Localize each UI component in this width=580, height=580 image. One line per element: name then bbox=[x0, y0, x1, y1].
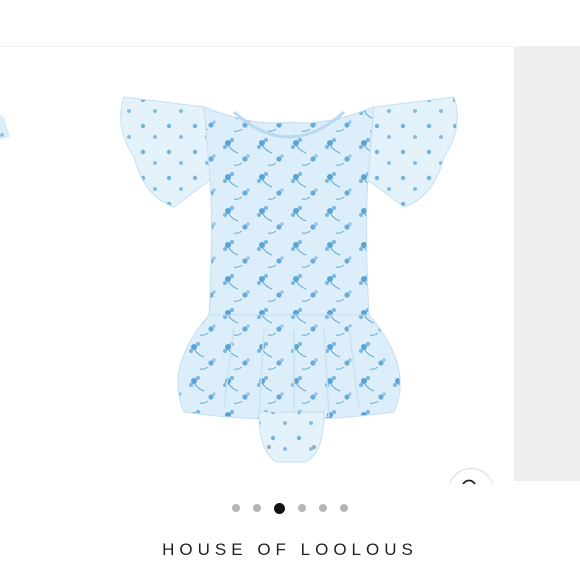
carousel-dot[interactable] bbox=[232, 504, 240, 512]
brand-name[interactable]: HOUSE OF LOOLOUS bbox=[0, 540, 580, 560]
top-bar bbox=[0, 0, 580, 47]
previous-slide-peek[interactable] bbox=[0, 47, 20, 484]
carousel-dot[interactable] bbox=[298, 504, 306, 512]
carousel-dot[interactable] bbox=[319, 504, 327, 512]
carousel-pagination bbox=[0, 502, 580, 514]
carousel-dot[interactable] bbox=[340, 504, 348, 512]
product-image-main[interactable] bbox=[84, 67, 494, 484]
next-slide-peek[interactable] bbox=[514, 47, 580, 481]
magnifier-icon bbox=[460, 478, 482, 484]
product-image-carousel[interactable] bbox=[0, 47, 580, 484]
carousel-dot[interactable] bbox=[253, 504, 261, 512]
carousel-dot-active[interactable] bbox=[274, 502, 285, 514]
